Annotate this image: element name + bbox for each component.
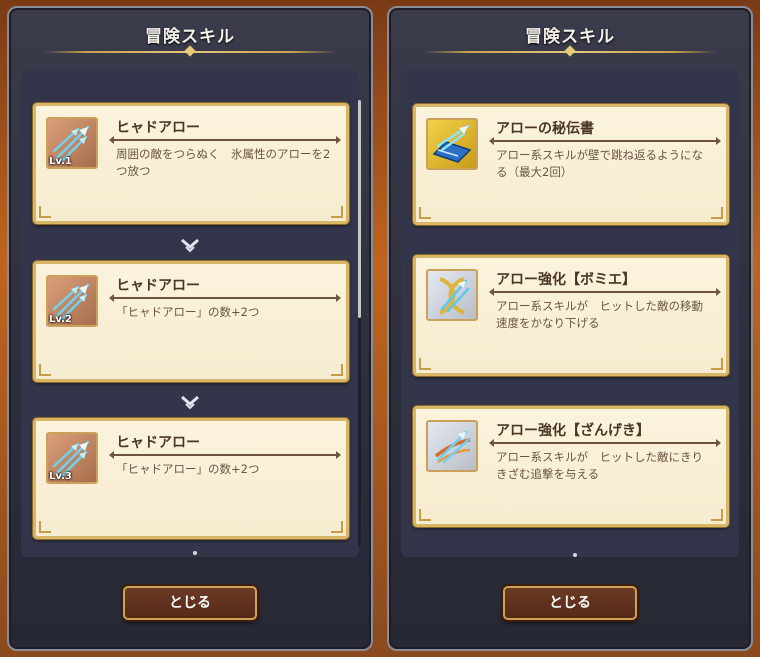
- close-button[interactable]: とじる: [503, 586, 637, 620]
- skill-name: ヒャドアロー: [116, 435, 200, 451]
- skill-card: アロー強化【ボミエ】 アロー系スキルが ヒットした敵の移動速度をかなり下げる: [413, 255, 729, 376]
- ice-arrow-icon: Lv.2: [46, 275, 98, 327]
- panel-title: 冒険スキル: [145, 27, 235, 47]
- chevron-down-icon: [181, 238, 199, 253]
- skill-panel-left: 冒険スキル Lv.1 ヒャドアロー 周囲の敵をつらぬく 氷属性のアローを2つ放つ…: [7, 6, 373, 651]
- skill-description: 「ヒャドアロー」の数+2つ: [116, 462, 260, 476]
- card-divider: [489, 439, 721, 447]
- scroll-more-indicator: [573, 553, 577, 557]
- scrollbar[interactable]: [358, 100, 361, 546]
- skill-card: Lv.2 ヒャドアロー 「ヒャドアロー」の数+2つ: [33, 261, 349, 382]
- skill-name: ヒャドアロー: [116, 278, 200, 294]
- slow-arrow-icon: [426, 269, 478, 321]
- skill-card: アロー強化【ざんげき】 アロー系スキルが ヒットした敵にきりきざむ追撃を与える: [413, 406, 729, 527]
- scroll-thumb[interactable]: [358, 100, 361, 318]
- skill-panel-right: 冒険スキル アローの秘伝書 アロー系スキルが壁で跳ね返るようになる（最大2回） …: [387, 6, 753, 651]
- title-divider: [423, 51, 717, 53]
- card-divider: [109, 451, 341, 459]
- skill-card: Lv.3 ヒャドアロー 「ヒャドアロー」の数+2つ: [33, 418, 349, 539]
- card-divider: [489, 288, 721, 296]
- skill-name: アロー強化【ざんげき】: [496, 423, 650, 439]
- scroll-more-indicator: [193, 551, 197, 555]
- skill-description: アロー系スキルが ヒットした敵にきりきざむ追撃を与える: [496, 450, 703, 481]
- level-badge: Lv.1: [49, 156, 72, 167]
- skill-card: アローの秘伝書 アロー系スキルが壁で跳ね返るようになる（最大2回）: [413, 104, 729, 225]
- slash-arrow-icon: [426, 420, 478, 472]
- chevron-down-icon: [181, 395, 199, 410]
- close-button[interactable]: とじる: [123, 586, 257, 620]
- arrow-scroll-icon: [426, 118, 478, 170]
- ice-arrow-icon: Lv.1: [46, 117, 98, 169]
- skill-description: アロー系スキルが ヒットした敵の移動速度をかなり下げる: [496, 299, 703, 330]
- card-divider: [109, 136, 341, 144]
- level-badge: Lv.2: [49, 314, 72, 325]
- card-divider: [489, 137, 721, 145]
- skill-name: アローの秘伝書: [496, 121, 594, 137]
- level-badge: Lv.3: [49, 471, 72, 482]
- card-divider: [109, 294, 341, 302]
- title-divider: [43, 51, 337, 53]
- skill-name: アロー強化【ボミエ】: [496, 272, 636, 288]
- skill-description: アロー系スキルが壁で跳ね返るようになる（最大2回）: [496, 148, 703, 179]
- skill-card: Lv.1 ヒャドアロー 周囲の敵をつらぬく 氷属性のアローを2つ放つ: [33, 103, 349, 224]
- skill-description: 周囲の敵をつらぬく 氷属性のアローを2つ放つ: [116, 147, 331, 178]
- skill-name: ヒャドアロー: [116, 120, 200, 136]
- panel-title: 冒険スキル: [525, 27, 615, 47]
- skill-description: 「ヒャドアロー」の数+2つ: [116, 305, 260, 319]
- ice-arrow-icon: Lv.3: [46, 432, 98, 484]
